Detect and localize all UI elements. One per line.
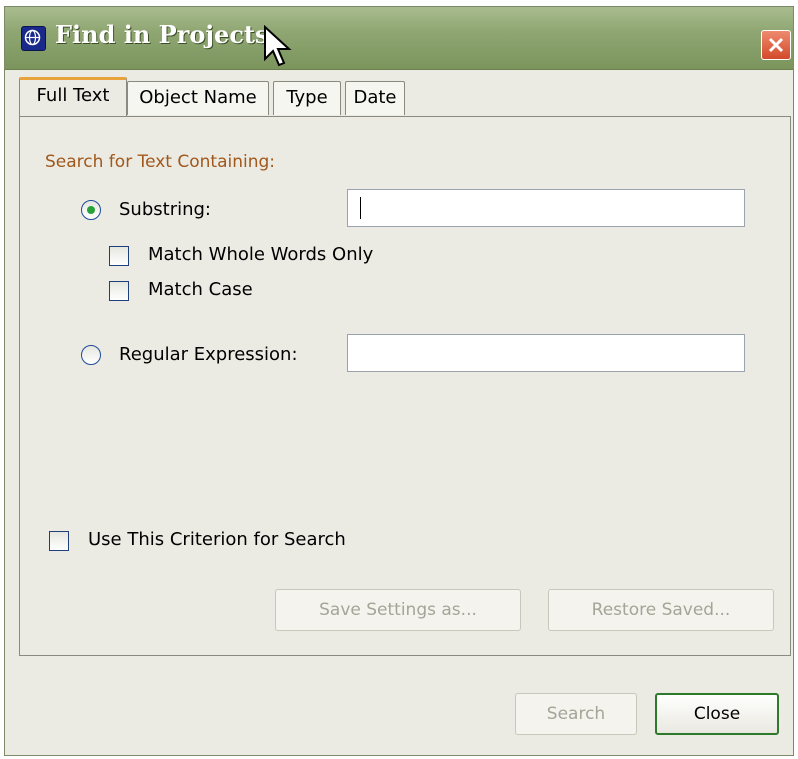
substring-label: Substring: — [119, 199, 211, 220]
regex-input[interactable] — [347, 334, 745, 372]
substring-radio[interactable] — [81, 200, 101, 220]
restore-saved-button[interactable]: Restore Saved... — [548, 589, 774, 631]
section-label: Search for Text Containing: — [45, 152, 276, 172]
window-title: Find in Projects — [55, 20, 269, 49]
match-whole-words-label: Match Whole Words Only — [148, 244, 374, 265]
title-bar[interactable]: Find in Projects — [5, 7, 793, 70]
tab-full-text[interactable]: Full Text — [19, 77, 127, 117]
close-button[interactable]: Close — [655, 693, 779, 735]
radio-selected-dot — [87, 206, 95, 214]
tab-object-name[interactable]: Object Name — [127, 81, 269, 115]
tab-date[interactable]: Date — [345, 81, 405, 115]
tab-label: Date — [353, 87, 397, 108]
tab-label: Full Text — [36, 85, 110, 106]
use-criterion-checkbox[interactable] — [49, 531, 69, 551]
substring-input[interactable] — [347, 189, 745, 227]
text-caret — [360, 197, 361, 219]
match-whole-words-checkbox[interactable] — [109, 246, 129, 266]
match-case-checkbox[interactable] — [109, 281, 129, 301]
regex-radio[interactable] — [81, 345, 101, 365]
use-criterion-label: Use This Criterion for Search — [88, 529, 346, 550]
tab-label: Type — [286, 87, 328, 108]
tab-label: Object Name — [139, 87, 257, 108]
search-button[interactable]: Search — [515, 693, 637, 735]
globe-icon — [21, 26, 46, 51]
find-in-projects-dialog: Find in Projects Full Text Object Name T… — [4, 6, 794, 756]
tab-type[interactable]: Type — [273, 81, 341, 115]
mouse-pointer-icon — [263, 24, 293, 69]
regex-label: Regular Expression: — [119, 344, 298, 365]
save-settings-button[interactable]: Save Settings as... — [275, 589, 521, 631]
close-icon[interactable] — [761, 30, 791, 60]
match-case-label: Match Case — [148, 279, 253, 300]
